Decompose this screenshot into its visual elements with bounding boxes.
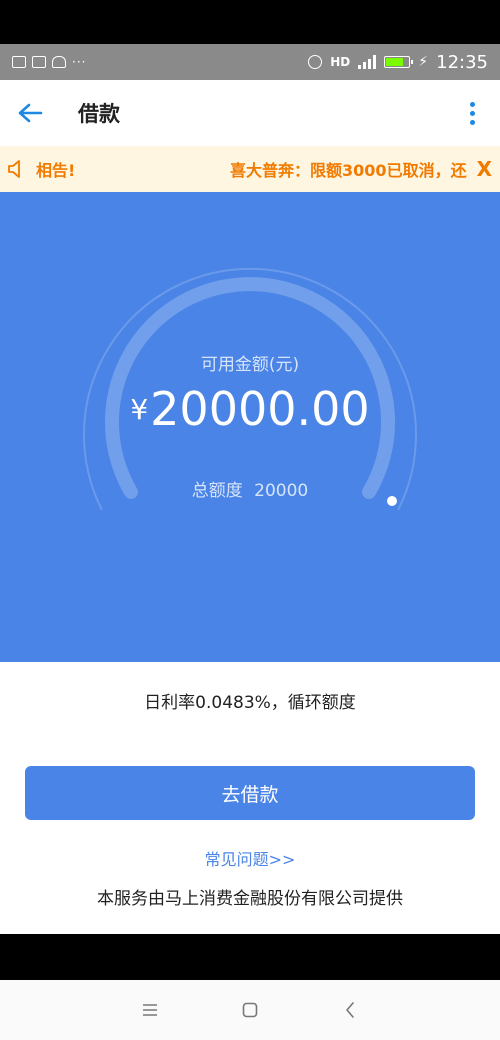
available-amount-value: 20000.00 — [150, 382, 370, 436]
status-bar: ··· HD ⚡ 12:35 — [0, 44, 500, 80]
square-home-icon — [242, 1002, 258, 1018]
faq-link[interactable]: 常见问题>> — [0, 846, 500, 870]
provider-text: 本服务由马上消费金融股份有限公司提供 — [97, 889, 403, 909]
total-limit: 总额度 20000 — [0, 476, 500, 501]
faq-link-label: 常见问题>> — [204, 850, 296, 869]
status-right-icons: HD ⚡ 12:35 — [308, 52, 488, 73]
notice-text-left: 相告! — [36, 161, 76, 180]
more-options-button[interactable] — [444, 80, 500, 146]
notice-text-right: 喜大普奔：限额3000已取消，还 — [230, 161, 467, 180]
more-notifications-dots: ··· — [72, 55, 87, 69]
currency-symbol: ¥ — [130, 393, 149, 426]
available-amount: ¥20000.00 — [0, 382, 500, 436]
back-nav-button[interactable] — [330, 990, 370, 1030]
charging-icon: ⚡ — [418, 54, 429, 70]
back-button[interactable] — [0, 80, 60, 146]
hd-indicator: HD — [330, 55, 351, 69]
cloud-icon — [52, 56, 66, 68]
speaker-icon — [6, 156, 32, 182]
more-vertical-icon — [469, 101, 475, 107]
signal-icon — [358, 55, 377, 69]
notice-close-button[interactable]: X — [477, 157, 492, 181]
menu-nav-button[interactable] — [130, 990, 170, 1030]
top-black-bar — [0, 0, 500, 44]
available-amount-label: 可用金额(元) — [200, 355, 300, 375]
bottom-black-bar — [0, 934, 500, 980]
total-limit-label: 总额度 — [191, 481, 243, 501]
menu-icon — [143, 1004, 157, 1016]
interest-rate-text: 日利率0.0483%，循环额度 — [144, 693, 356, 713]
chevron-left-icon — [346, 1002, 354, 1018]
system-nav-bar — [0, 980, 500, 1040]
battery-icon — [384, 56, 414, 68]
home-nav-button[interactable] — [230, 990, 270, 1030]
page-title: 借款 — [78, 102, 120, 126]
status-time: 12:35 — [436, 51, 488, 73]
gallery-icon — [12, 56, 26, 68]
alarm-icon — [308, 55, 323, 69]
message-icon — [32, 56, 46, 68]
borrow-button[interactable]: 去借款 — [25, 766, 475, 820]
arrow-left-icon — [18, 103, 43, 123]
total-limit-value: 20000 — [254, 481, 309, 501]
notice-bar[interactable]: 相告! 喜大普奔：限额3000已取消，还 X — [0, 146, 500, 192]
credit-summary-panel: 可用金额(元) ¥20000.00 总额度 20000 — [0, 192, 500, 662]
app-bar: 借款 — [0, 80, 500, 146]
status-left-icons: ··· — [12, 55, 86, 69]
